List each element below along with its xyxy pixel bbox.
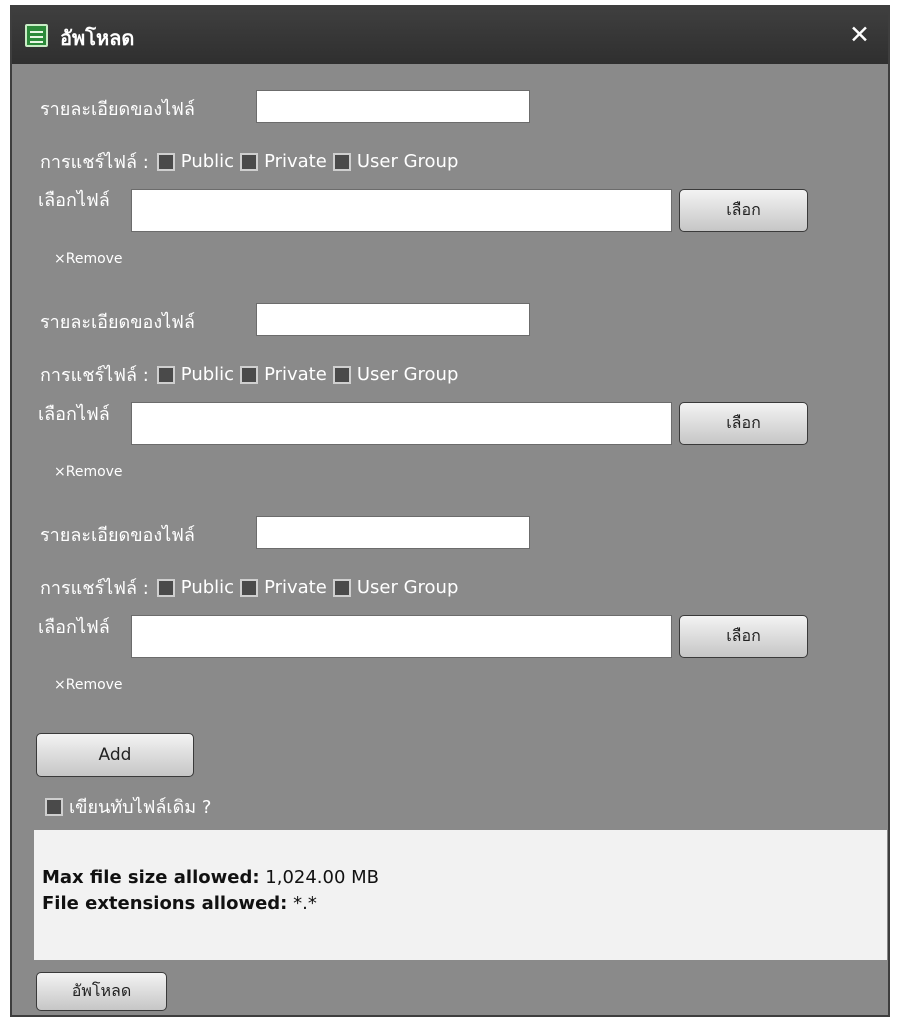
share-option-private[interactable]: Private xyxy=(240,577,327,598)
description-input[interactable] xyxy=(256,516,530,549)
sharing-row: การแชร์ไฟล์ : Public Private User Group xyxy=(40,360,464,389)
title-bar: อัพโหลด ✕ xyxy=(12,7,888,64)
add-button[interactable]: Add xyxy=(36,733,194,777)
public-label: Public xyxy=(180,364,235,385)
file-path-input[interactable] xyxy=(131,615,672,658)
share-option-user-group[interactable]: User Group xyxy=(332,151,459,172)
remove-link[interactable]: ×Remove xyxy=(54,464,123,480)
share-option-user-group[interactable]: User Group xyxy=(332,364,459,385)
description-label: รายละเอียดของไฟล์ xyxy=(40,312,195,333)
checkbox-icon[interactable] xyxy=(332,365,351,384)
choose-file-label: เลือกไฟล์ xyxy=(38,404,110,425)
choose-file-label: เลือกไฟล์ xyxy=(38,190,110,211)
checkbox-icon[interactable] xyxy=(240,365,259,384)
dialog-title: อัพโหลด xyxy=(60,26,135,50)
user-group-label: User Group xyxy=(356,577,459,598)
public-label: Public xyxy=(180,151,235,172)
description-input[interactable] xyxy=(256,90,530,123)
checkbox-icon[interactable] xyxy=(240,578,259,597)
share-option-user-group[interactable]: User Group xyxy=(332,577,459,598)
checkbox-icon[interactable] xyxy=(156,578,175,597)
share-option-private[interactable]: Private xyxy=(240,364,327,385)
public-label: Public xyxy=(180,577,235,598)
extensions-line: File extensions allowed: *.* xyxy=(42,891,887,917)
list-window-icon xyxy=(25,24,48,47)
private-label: Private xyxy=(264,151,327,172)
overwrite-option[interactable]: เขียนทับไฟล์เดิม ? xyxy=(45,792,211,821)
user-group-label: User Group xyxy=(356,364,459,385)
max-size-line: Max file size allowed: 1,024.00 MB xyxy=(42,865,887,891)
choose-file-button[interactable]: เลือก xyxy=(679,615,808,658)
remove-link[interactable]: ×Remove xyxy=(54,677,123,693)
extensions-value: *.* xyxy=(293,893,317,914)
max-size-value: 1,024.00 MB xyxy=(265,867,380,888)
max-size-label: Max file size allowed: xyxy=(42,867,260,888)
choose-file-button[interactable]: เลือก xyxy=(679,402,808,445)
share-option-private[interactable]: Private xyxy=(240,151,327,172)
sharing-label: การแชร์ไฟล์ : xyxy=(40,152,149,173)
description-label: รายละเอียดของไฟล์ xyxy=(40,99,195,120)
share-option-public[interactable]: Public xyxy=(156,364,235,385)
user-group-label: User Group xyxy=(356,151,459,172)
upload-button[interactable]: อัพโหลด xyxy=(36,972,167,1011)
choose-file-button[interactable]: เลือก xyxy=(679,189,808,232)
checkbox-icon[interactable] xyxy=(240,152,259,171)
checkbox-icon[interactable] xyxy=(45,797,63,816)
sharing-row: การแชร์ไฟล์ : Public Private User Group xyxy=(40,147,464,176)
choose-file-label: เลือกไฟล์ xyxy=(38,617,110,638)
upload-dialog: อัพโหลด ✕ รายละเอียดของไฟล์ การแชร์ไฟล์ … xyxy=(10,5,890,1017)
private-label: Private xyxy=(264,364,327,385)
extensions-label: File extensions allowed: xyxy=(42,893,288,914)
share-option-public[interactable]: Public xyxy=(156,151,235,172)
sharing-label: การแชร์ไฟล์ : xyxy=(40,365,149,386)
description-input[interactable] xyxy=(256,303,530,336)
sharing-row: การแชร์ไฟล์ : Public Private User Group xyxy=(40,573,464,602)
close-icon[interactable]: ✕ xyxy=(849,20,870,50)
checkbox-icon[interactable] xyxy=(332,578,351,597)
overwrite-label: เขียนทับไฟล์เดิม ? xyxy=(69,797,212,818)
description-label: รายละเอียดของไฟล์ xyxy=(40,525,195,546)
share-option-public[interactable]: Public xyxy=(156,577,235,598)
checkbox-icon[interactable] xyxy=(332,152,351,171)
checkbox-icon[interactable] xyxy=(156,365,175,384)
upload-info-panel: Max file size allowed: 1,024.00 MB File … xyxy=(34,830,887,960)
sharing-label: การแชร์ไฟล์ : xyxy=(40,578,149,599)
remove-link[interactable]: ×Remove xyxy=(54,251,123,267)
file-path-input[interactable] xyxy=(131,402,672,445)
file-path-input[interactable] xyxy=(131,189,672,232)
private-label: Private xyxy=(264,577,327,598)
checkbox-icon[interactable] xyxy=(156,152,175,171)
